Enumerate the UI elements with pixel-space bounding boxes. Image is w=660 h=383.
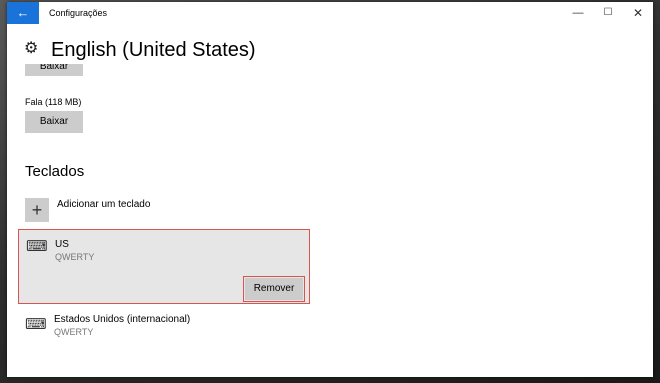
keyboard-name: US — [55, 239, 69, 250]
minimize-button[interactable]: — — [563, 2, 593, 24]
settings-window: ← Configurações — ☐ ✕ ⚙ English (United … — [7, 2, 653, 377]
page-title: English (United States) — [51, 39, 256, 61]
add-keyboard-label: Adicionar um teclado — [57, 199, 151, 210]
keyboard-layout: QWERTY — [55, 252, 95, 262]
window-title: Configurações — [49, 8, 108, 18]
keyboard-icon: ⌨ — [25, 316, 47, 333]
back-arrow-icon: ← — [16, 5, 30, 20]
title-bar: ← Configurações — ☐ ✕ — [7, 2, 653, 24]
keyboard-icon: ⌨ — [26, 238, 48, 255]
remove-keyboard-button[interactable]: Remover — [243, 276, 305, 302]
keyboard-layout: QWERTY — [54, 327, 94, 337]
keyboard-name: Estados Unidos (internacional) — [54, 314, 191, 325]
plus-icon: + — [25, 198, 49, 222]
back-button[interactable]: ← — [7, 2, 39, 24]
keyboard-item-us[interactable]: ⌨ US QWERTY Remover — [18, 229, 310, 304]
speech-pack-label: Fala (118 MB) — [25, 97, 82, 107]
close-button[interactable]: ✕ — [623, 2, 653, 24]
speech-download-button[interactable]: Baixar — [25, 111, 83, 133]
keyboard-item-us-international[interactable]: ⌨ Estados Unidos (internacional) QWERTY — [18, 310, 310, 346]
maximize-button[interactable]: ☐ — [593, 2, 623, 24]
keyboards-section-title: Teclados — [25, 163, 85, 180]
gear-icon: ⚙ — [24, 40, 39, 57]
